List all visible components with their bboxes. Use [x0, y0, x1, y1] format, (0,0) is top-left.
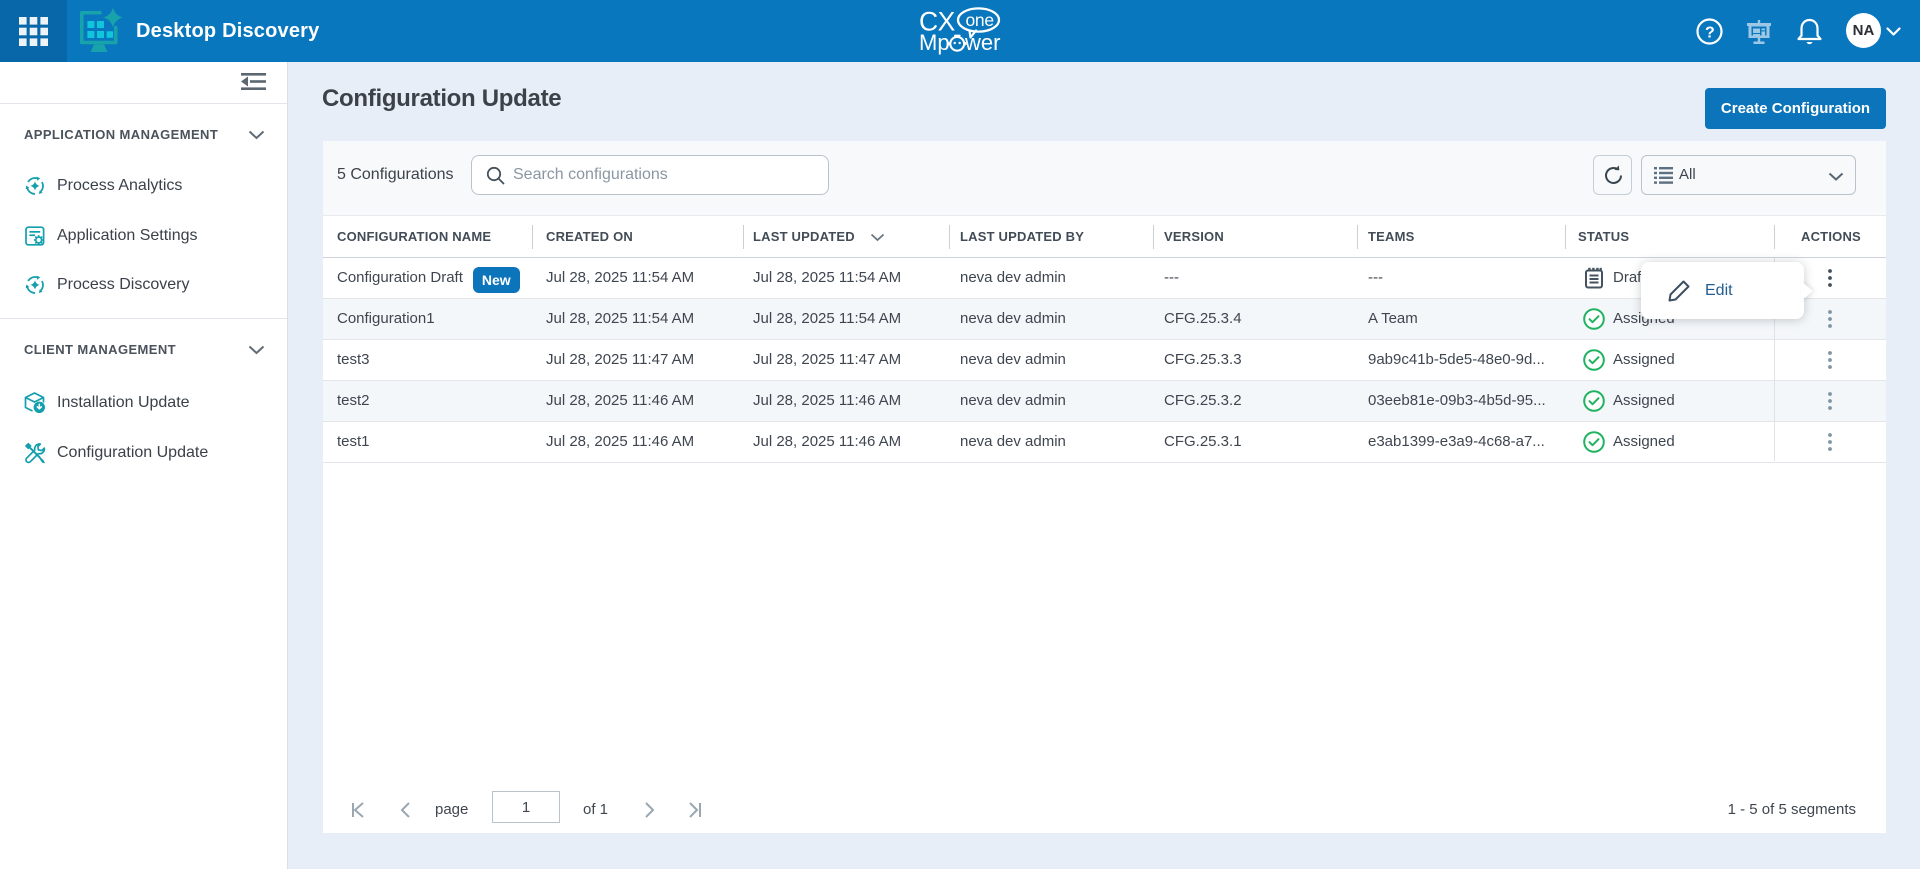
svg-text:?: ?: [1705, 24, 1715, 41]
svg-text:Mp: Mp: [919, 30, 950, 55]
svg-text:one: one: [966, 10, 994, 30]
svg-text:wer: wer: [964, 30, 1000, 55]
